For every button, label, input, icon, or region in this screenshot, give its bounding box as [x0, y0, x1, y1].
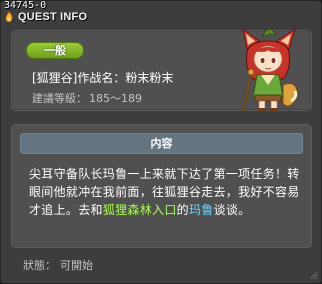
window-title: QUEST INFO — [18, 11, 88, 23]
fox-girl-npc-portrait — [242, 27, 298, 112]
status-value: 可開始 — [60, 259, 93, 272]
quest-info-window: 34745-0 QUEST INFO 一般 [狐狸谷]作战名：粉末粉末 建議等級… — [0, 0, 322, 284]
content-header: 内容 — [20, 133, 303, 154]
title-bar[interactable]: QUEST INFO — [3, 9, 87, 25]
flame-bullet-icon — [5, 11, 13, 23]
quest-name: [狐狸谷]作战名：粉末粉末 — [32, 71, 174, 85]
npc-link[interactable]: 玛鲁 — [189, 203, 214, 217]
status-label: 狀態： — [23, 259, 56, 272]
recommended-level: 建議等級： 185～189 — [32, 90, 142, 106]
location-link[interactable]: 狐狸森林入口 — [103, 203, 177, 217]
category-badge: 一般 — [26, 42, 84, 59]
quest-content-panel[interactable]: 内容 尖耳守备队长玛鲁一上来就下达了第一项任务！转眼间他就冲在我前面，往狐狸谷走… — [11, 124, 312, 248]
resize-grip-icon[interactable] — [309, 271, 318, 280]
level-range: 185～189 — [89, 92, 142, 105]
level-label: 建議等級： — [32, 92, 87, 105]
description-part2: 的 — [176, 203, 189, 217]
description-part3: 谈谈。 — [213, 203, 251, 217]
quest-status: 狀態： 可開始 — [23, 257, 93, 273]
quest-description: 尖耳守备队长玛鲁一上来就下达了第一项任务！转眼间他就冲在我前面，往狐狸谷走去，我… — [29, 165, 301, 219]
